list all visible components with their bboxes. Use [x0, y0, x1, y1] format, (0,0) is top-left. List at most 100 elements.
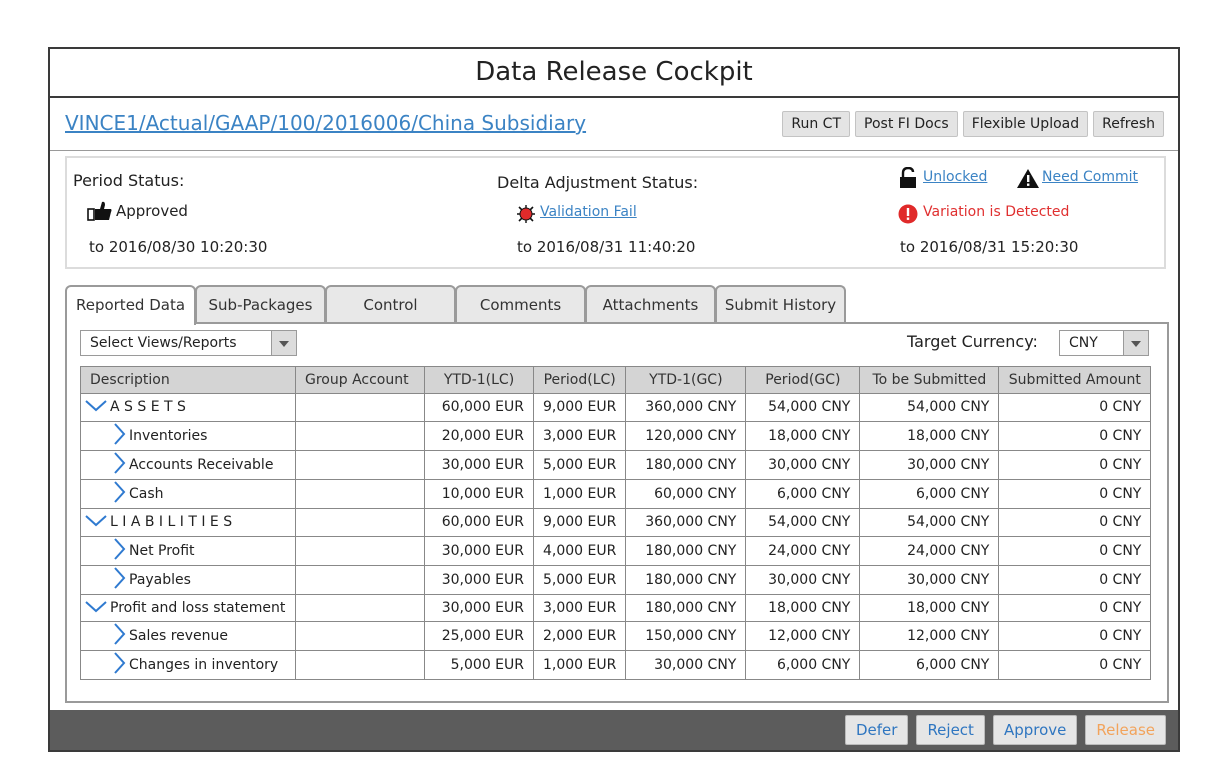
cell-to-be-submitted: 12,000 CNY: [859, 621, 1000, 652]
table-row[interactable]: Payables 30,000 EUR 5,000 EUR 180,000 CNY 30…: [80, 564, 1152, 595]
cell-ytd1-lc: 30,000 EUR: [424, 449, 534, 480]
cell-period-gc: 24,000 CNY: [745, 535, 861, 566]
chevron-down-icon[interactable]: [84, 599, 108, 617]
cell-period-lc: 1,000 EUR: [532, 650, 627, 681]
cell-submitted-amount: 0 CNY: [998, 535, 1152, 566]
tab-reported-data[interactable]: Reported Data: [65, 285, 196, 325]
cell-group-account: [295, 478, 425, 509]
chevron-down-icon[interactable]: [84, 398, 108, 416]
cell-ytd1-lc: 30,000 EUR: [424, 593, 534, 623]
cell-period-gc: 6,000 CNY: [745, 478, 861, 509]
warning-icon: [1016, 168, 1040, 193]
reject-button[interactable]: Reject: [916, 715, 985, 745]
col-description[interactable]: Description: [80, 366, 296, 394]
cell-ytd1-lc: 25,000 EUR: [424, 621, 534, 652]
post-fi-docs-button[interactable]: Post FI Docs: [855, 111, 958, 137]
table-body: A S S E T S 60,000 EUR 9,000 EUR 360,000 CN…: [80, 393, 1152, 681]
cell-submitted-amount: 0 CNY: [998, 650, 1152, 681]
need-commit-link[interactable]: Need Commit: [1042, 169, 1138, 185]
col-period-lc[interactable]: Period(LC): [532, 366, 627, 394]
flexible-upload-button[interactable]: Flexible Upload: [962, 111, 1089, 137]
table-row[interactable]: Accounts Receivable 30,000 EUR 5,000 EUR 18…: [80, 449, 1152, 480]
dropdown-arrow-icon[interactable]: [271, 331, 296, 355]
target-currency-select[interactable]: CNY: [1059, 330, 1149, 356]
target-currency-value: CNY: [1069, 335, 1098, 351]
row-label: Changes in inventory: [129, 657, 279, 674]
chevron-down-icon[interactable]: [84, 513, 108, 531]
cell-to-be-submitted: 6,000 CNY: [859, 478, 1000, 509]
tab-attachments[interactable]: Attachments: [585, 285, 716, 323]
cell-ytd1-lc: 30,000 EUR: [424, 564, 534, 595]
chevron-right-icon[interactable]: [111, 537, 127, 565]
table-row[interactable]: Inventories 20,000 EUR 3,000 EUR 120,000 CN…: [80, 420, 1152, 451]
validation-fail-icon: [516, 204, 536, 228]
cell-period-lc: 3,000 EUR: [532, 420, 627, 451]
col-group-account[interactable]: Group Account: [295, 366, 425, 394]
refresh-button[interactable]: Refresh: [1093, 111, 1164, 137]
cell-submitted-amount: 0 CNY: [998, 420, 1152, 451]
cell-ytd1-gc: 360,000 CNY: [625, 507, 747, 537]
col-submitted-amount[interactable]: Submitted Amount: [998, 366, 1152, 394]
table-row[interactable]: A S S E T S 60,000 EUR 9,000 EUR 360,000 CN…: [80, 393, 1152, 422]
validation-fail-link[interactable]: Validation Fail: [540, 204, 637, 220]
delta-status-time: to 2016/08/31 11:40:20: [517, 238, 696, 256]
unlocked-link[interactable]: Unlocked: [923, 169, 987, 185]
cell-description: Inventories: [80, 420, 296, 451]
col-period-gc[interactable]: Period(GC): [745, 366, 861, 394]
approve-button[interactable]: Approve: [992, 715, 1078, 745]
cell-period-gc: 54,000 CNY: [745, 393, 861, 422]
cell-period-lc: 5,000 EUR: [532, 449, 627, 480]
table-row[interactable]: Changes in inventory 5,000 EUR 1,000 EUR 30…: [80, 650, 1152, 681]
tab-sub-packages[interactable]: Sub-Packages: [195, 285, 326, 323]
chevron-right-icon[interactable]: [111, 422, 127, 450]
chevron-right-icon[interactable]: [111, 622, 127, 650]
toolbar: Run CT Post FI Docs Flexible Upload Refr…: [782, 111, 1164, 137]
cell-submitted-amount: 0 CNY: [998, 449, 1152, 480]
cell-submitted-amount: 0 CNY: [998, 564, 1152, 595]
release-button[interactable]: Release: [1085, 715, 1166, 745]
row-label: Accounts Receivable: [129, 456, 274, 473]
status-panel: Period Status: Approved to 2016/08/30 10…: [65, 156, 1166, 269]
tab-comments[interactable]: Comments: [455, 285, 586, 323]
tab-bar: Reported Data Sub-Packages Control Comme…: [65, 285, 846, 325]
period-status-time: to 2016/08/30 10:20:30: [89, 238, 268, 256]
cell-ytd1-gc: 150,000 CNY: [625, 621, 747, 652]
cell-period-lc: 2,000 EUR: [532, 621, 627, 652]
cell-ytd1-gc: 60,000 CNY: [625, 478, 747, 509]
dropdown-arrow-icon[interactable]: [1123, 331, 1148, 355]
cell-submitted-amount: 0 CNY: [998, 507, 1152, 537]
cell-to-be-submitted: 30,000 CNY: [859, 449, 1000, 480]
cell-group-account: [295, 650, 425, 681]
chevron-right-icon[interactable]: [111, 451, 127, 479]
cell-group-account: [295, 593, 425, 623]
tab-submit-history[interactable]: Submit History: [715, 285, 846, 323]
tab-control[interactable]: Control: [325, 285, 456, 323]
table-row[interactable]: L I A B I L I T I E S 60,000 EUR 9,000 EUR…: [80, 507, 1152, 537]
cell-to-be-submitted: 18,000 CNY: [859, 420, 1000, 451]
cell-submitted-amount: 0 CNY: [998, 621, 1152, 652]
table-row[interactable]: Cash 10,000 EUR 1,000 EUR 60,000 CNY 6,000 C…: [80, 478, 1152, 509]
chevron-right-icon[interactable]: [111, 480, 127, 508]
cell-ytd1-gc: 120,000 CNY: [625, 420, 747, 451]
cell-period-lc: 1,000 EUR: [532, 478, 627, 509]
chevron-right-icon[interactable]: [111, 566, 127, 594]
context-path-link[interactable]: VINCE1/Actual/GAAP/100/2016006/China Sub…: [65, 111, 586, 135]
table-row[interactable]: Net Profit 30,000 EUR 4,000 EUR 180,000 CNY…: [80, 535, 1152, 566]
views-reports-select[interactable]: Select Views/Reports: [80, 330, 297, 356]
cell-group-account: [295, 507, 425, 537]
period-status-value: Approved: [116, 202, 188, 220]
unlocked-padlock-icon: [899, 166, 917, 193]
col-to-be-submitted[interactable]: To be Submitted: [859, 366, 1000, 394]
defer-button[interactable]: Defer: [844, 715, 909, 745]
cell-group-account: [295, 535, 425, 566]
cell-description: Cash: [80, 478, 296, 509]
run-ct-button[interactable]: Run CT: [782, 111, 851, 137]
period-status-label: Period Status:: [73, 171, 185, 190]
table-row[interactable]: Sales revenue 25,000 EUR 2,000 EUR 150,000 …: [80, 621, 1152, 652]
chevron-right-icon[interactable]: [111, 651, 127, 679]
window-title: Data Release Cockpit: [50, 49, 1178, 98]
table-header-row: Description Group Account YTD-1(LC) Peri…: [80, 366, 1152, 394]
col-ytd1-lc[interactable]: YTD-1(LC): [424, 366, 534, 394]
table-row[interactable]: Profit and loss statement 30,000 EUR 3,000…: [80, 593, 1152, 623]
col-ytd1-gc[interactable]: YTD-1(GC): [625, 366, 747, 394]
